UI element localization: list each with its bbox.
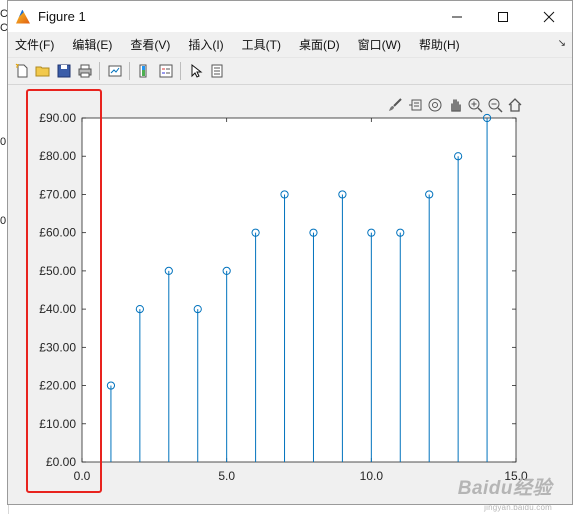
new-figure-icon (15, 63, 27, 78)
background-text: 0 (0, 215, 7, 227)
datatip-icon (409, 99, 422, 111)
menu-bar: 文件(F) 编辑(E) 查看(V) 插入(I) 工具(T) 桌面(D) 窗口(W… (8, 32, 572, 57)
pan-icon (451, 99, 461, 112)
baidu-watermark-url: jingyan.baidu.com (484, 503, 552, 512)
save-button[interactable] (53, 61, 74, 82)
edit-plot-icon (191, 63, 202, 78)
link-plot-button[interactable] (104, 61, 125, 82)
save-icon (57, 64, 70, 78)
menu-edit[interactable]: 编辑(E) (72, 36, 112, 53)
menu-view[interactable]: 查看(V) (130, 36, 170, 53)
colorbar-button[interactable] (134, 61, 155, 82)
print-icon (78, 64, 91, 78)
zoom-in-icon (468, 98, 483, 113)
property-inspector-button[interactable] (206, 61, 227, 82)
new-figure-button[interactable] (11, 61, 32, 82)
menu-window[interactable]: 窗口(W) (358, 36, 401, 53)
close-button[interactable] (526, 1, 572, 32)
minimize-icon (452, 16, 462, 17)
menu-insert[interactable]: 插入(I) (188, 36, 223, 53)
legend-button[interactable] (155, 61, 176, 82)
colorbar-icon (139, 64, 146, 78)
toolbar-separator (129, 62, 130, 80)
menu-file[interactable]: 文件(F) (15, 36, 54, 53)
maximize-button[interactable] (480, 1, 526, 32)
home-button[interactable] (506, 96, 524, 114)
open-file-button[interactable] (32, 61, 53, 82)
legend-icon (159, 64, 172, 78)
brush-icon (389, 98, 402, 111)
close-icon (543, 11, 555, 22)
axes-box (81, 117, 517, 463)
toolbar-separator (180, 62, 181, 80)
print-button[interactable] (74, 61, 95, 82)
menu-tools[interactable]: 工具(T) (242, 36, 281, 53)
zoom-out-button[interactable] (486, 96, 504, 114)
matlab-logo-icon (16, 9, 30, 24)
rotate-button[interactable] (426, 96, 444, 114)
title-bar[interactable]: Figure 1 (8, 1, 572, 32)
menu-desktop[interactable]: 桌面(D) (299, 36, 340, 53)
x-tick-label: 10.0 (360, 469, 384, 483)
axes-toolbar (386, 96, 524, 114)
link-plot-icon (108, 65, 121, 77)
zoom-out-icon (488, 98, 503, 113)
datatip-button[interactable] (406, 96, 424, 114)
property-inspector-icon (211, 64, 222, 78)
figure-toolbar (8, 57, 572, 85)
brush-button[interactable] (386, 96, 404, 114)
x-tick-label: 5.0 (218, 469, 235, 483)
edit-plot-button[interactable] (185, 61, 206, 82)
baidu-watermark: Baidu经验 (457, 478, 552, 499)
open-file-icon (35, 66, 49, 77)
menu-help[interactable]: 帮助(H) (419, 36, 460, 53)
minimize-button[interactable] (434, 1, 480, 32)
highlight-annotation-box (26, 89, 102, 493)
background-text: 0 (0, 136, 7, 148)
home-icon (508, 98, 522, 112)
maximize-icon (498, 11, 508, 22)
pan-button[interactable] (446, 96, 464, 114)
rotate-icon (428, 98, 442, 112)
zoom-in-button[interactable] (466, 96, 484, 114)
window-title: Figure 1 (38, 9, 86, 24)
toolbar-separator (99, 62, 100, 80)
menu-dock-arrow-icon[interactable]: ↘ (558, 38, 566, 49)
